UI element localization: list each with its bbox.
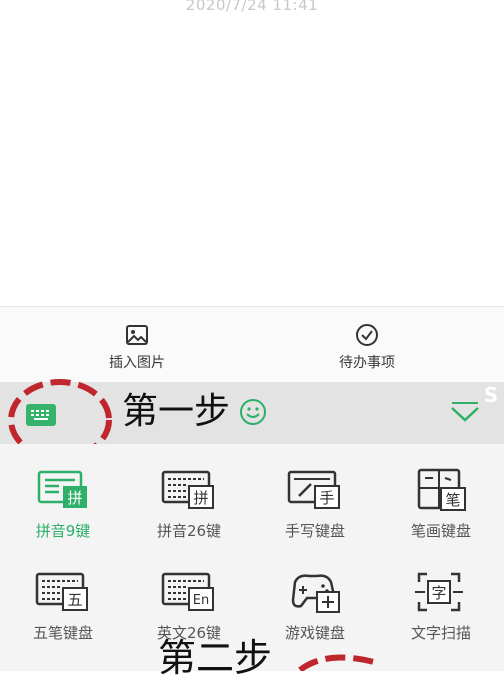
handwriting-keyboard-icon: 手 [287, 470, 340, 509]
todo-button[interactable]: 待办事项 [297, 323, 437, 372]
keyboard-option-label: 五笔键盘 [32, 624, 93, 642]
insert-image-label: 插入图片 [109, 355, 165, 371]
handwriting-glyph: 手 [319, 489, 334, 507]
keyboard-option-pinyin9[interactable]: 拼 拼音9键 [0, 466, 126, 566]
pinyin26-glyph: 拼 [193, 489, 208, 507]
keyboard-option-label: 笔画键盘 [410, 522, 471, 540]
pinyin26-keyboard-icon: 拼 [161, 470, 214, 509]
keyboard-option-label: 手写键盘 [284, 522, 345, 540]
keyboard-top-bar: 第一步 S [0, 382, 504, 444]
english26-glyph: En [193, 593, 209, 608]
pinyin9-glyph: 拼 [67, 489, 82, 507]
keyboard-option-label: 文字扫描 [410, 624, 471, 642]
pinyin9-keyboard-icon: 拼 [37, 470, 87, 508]
wubi-glyph: 五 [67, 591, 82, 609]
watermark-corner: S [483, 383, 499, 407]
scan-icon: 字 [415, 572, 463, 612]
gamepad-icon [291, 574, 340, 613]
smiley-icon[interactable] [238, 397, 268, 427]
keyboard-option-wubi[interactable]: 五 五笔键盘 [0, 568, 126, 668]
wubi-keyboard-icon: 五 [35, 572, 88, 611]
todo-label: 待办事项 [339, 355, 395, 371]
keyboard-option-stroke[interactable]: 笔 笔画键盘 [378, 466, 504, 566]
step2-annotation: 第二步 [158, 636, 273, 680]
note-editor-area[interactable]: 2020/7/24 11:41 [0, 0, 504, 306]
insert-image-button[interactable]: 插入图片 [67, 323, 207, 372]
note-timestamp: 2020/7/24 11:41 [185, 0, 319, 14]
chevron-down-icon[interactable] [448, 400, 482, 426]
note-toolbar: 插入图片 待办事项 [0, 307, 504, 382]
step1-annotation: 第一步 [122, 391, 231, 432]
english26-keyboard-icon: En [161, 572, 214, 611]
keyboard-option-text-scan[interactable]: 字 文字扫描 [378, 568, 504, 668]
stroke-keyboard-icon: 笔 [417, 468, 466, 511]
keyboard-option-handwriting[interactable]: 手 手写键盘 [252, 466, 378, 566]
check-circle-icon [356, 324, 378, 346]
keyboard-switch-icon[interactable] [26, 404, 56, 426]
keyboard-option-label: 拼音9键 [35, 522, 91, 540]
stroke-glyph: 笔 [445, 491, 460, 509]
keyboard-option-label: 拼音26键 [156, 522, 222, 540]
image-icon [126, 325, 148, 345]
scan-glyph: 字 [431, 584, 446, 602]
keyboard-option-pinyin26[interactable]: 拼 拼音26键 [126, 466, 252, 566]
keyboard-icon [31, 410, 49, 420]
